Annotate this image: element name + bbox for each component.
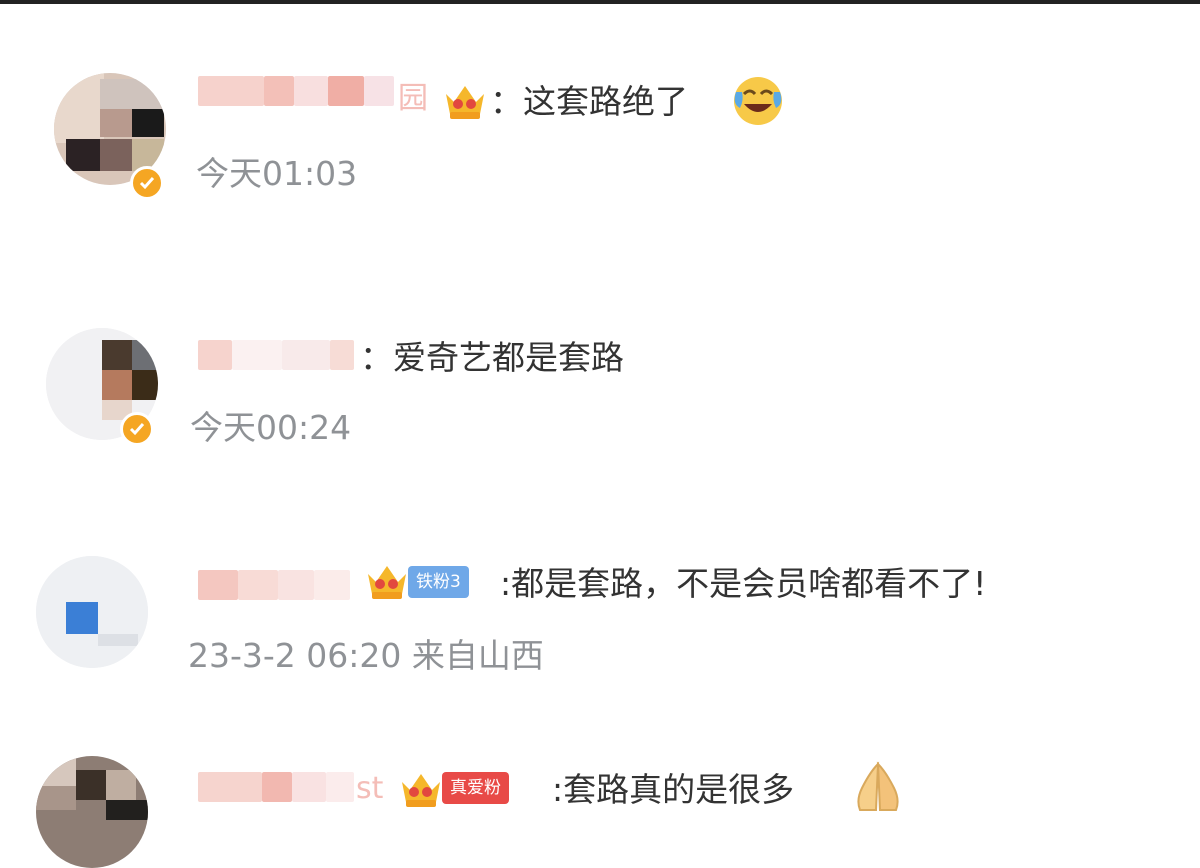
username-redacted[interactable] (198, 570, 358, 600)
username-suffix: 园 (398, 81, 428, 116)
comment-text: :套路真的是很多 (552, 770, 795, 809)
username-redacted[interactable] (198, 772, 358, 802)
love-fan-badge: 真爱粉 (442, 772, 509, 804)
username-redacted[interactable] (198, 340, 368, 370)
top-border (0, 0, 1200, 4)
laughing-crying-emoji-icon (730, 74, 786, 132)
verified-icon (120, 412, 154, 446)
username-suffix: st (356, 771, 384, 806)
crown-icon (442, 78, 488, 126)
comment-text: ：爱奇艺都是套路 (360, 338, 624, 377)
fan-level-badge: 铁粉3 (408, 566, 469, 598)
comment-text: :都是套路，不是会员啥都看不了! (500, 564, 987, 603)
verified-icon (130, 166, 164, 200)
comment-text: ：这套路绝了 (490, 82, 688, 121)
timestamp: 今天00:24 (190, 408, 352, 447)
timestamp: 23-3-2 06:20 来自山西 (188, 636, 544, 675)
crown-icon (398, 766, 444, 814)
avatar[interactable] (36, 756, 148, 868)
avatar[interactable] (36, 556, 148, 668)
praying-hands-icon (848, 760, 908, 818)
timestamp: 今天01:03 (196, 154, 358, 193)
crown-icon (364, 558, 410, 606)
username-redacted[interactable] (198, 76, 398, 106)
